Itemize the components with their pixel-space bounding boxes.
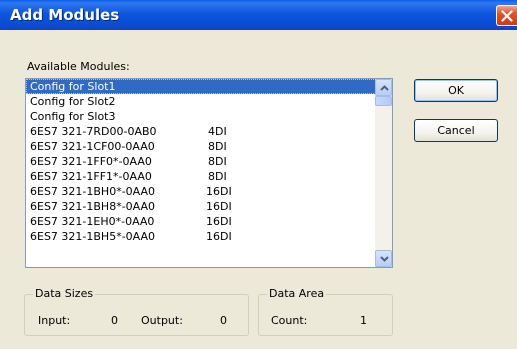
data-sizes-title: Data Sizes — [33, 287, 96, 300]
list-item[interactable]: 6ES7 321-1EH0*-0AA0 16DI — [26, 214, 376, 229]
output-value: 0 — [220, 314, 227, 327]
module-type: 8DI — [208, 155, 227, 168]
list-item[interactable]: Config for Slot2 — [26, 94, 376, 109]
chevron-up-icon — [380, 85, 389, 91]
scroll-up-button[interactable] — [375, 79, 392, 96]
close-button[interactable] — [496, 5, 517, 26]
available-modules-label-text: Available Modules: — [27, 60, 130, 73]
scroll-thumb[interactable] — [375, 96, 392, 106]
input-value: 0 — [111, 314, 118, 327]
list-item[interactable]: 6ES7 321-1BH5*-0AA0 16DI — [26, 229, 376, 244]
module-type: 16DI — [206, 215, 232, 228]
module-name: 6ES7 321-1FF1*-0AA0 — [30, 170, 152, 183]
output-label: Output: — [141, 314, 183, 327]
module-name: Config for Slot1 — [30, 80, 116, 93]
input-label: Input: — [38, 314, 71, 327]
module-name: Config for Slot3 — [30, 110, 116, 123]
module-type: 8DI — [208, 140, 227, 153]
module-type: 8DI — [208, 170, 227, 183]
vertical-scrollbar[interactable] — [375, 79, 392, 267]
data-sizes-group: Data Sizes Input: 0 Output: 0 — [24, 287, 249, 336]
module-name: 6ES7 321-1CF00-0AA0 — [30, 140, 155, 153]
cancel-button[interactable]: Cancel — [414, 119, 498, 142]
list-item[interactable]: 6ES7 321-1FF0*-0AA0 8DI — [26, 154, 376, 169]
list-item[interactable]: 6ES7 321-1FF1*-0AA0 8DI — [26, 169, 376, 184]
module-name: 6ES7 321-7RD00-0AB0 — [30, 125, 157, 138]
module-name: 6ES7 321-1BH5*-0AA0 — [30, 230, 156, 243]
data-area-title: Data Area — [267, 287, 327, 300]
modules-list: Config for Slot1 Config for Slot2 Config f… — [26, 79, 376, 244]
module-name: 6ES7 321-1FF0*-0AA0 — [30, 155, 152, 168]
chevron-down-icon — [380, 256, 389, 262]
scroll-down-button[interactable] — [375, 250, 392, 267]
list-item[interactable]: 6ES7 321-1BH0*-0AA0 16DI — [26, 184, 376, 199]
module-name: 6ES7 321-1BH0*-0AA0 — [30, 185, 156, 198]
module-type: 16DI — [206, 185, 232, 198]
module-name: Config for Slot2 — [30, 95, 116, 108]
module-name: 6ES7 321-1EH0*-0AA0 — [30, 215, 155, 228]
available-modules-label: Available Modules: — [27, 60, 130, 73]
count-value: 1 — [360, 314, 367, 327]
list-item[interactable]: 6ES7 321-1BH8*-0AA0 16DI — [26, 199, 376, 214]
window-title: Add Modules — [10, 6, 120, 24]
module-name: 6ES7 321-1BH8*-0AA0 — [30, 200, 156, 213]
data-area-group: Data Area Count: 1 — [258, 287, 393, 336]
list-item[interactable]: 6ES7 321-1CF00-0AA0 8DI — [26, 139, 376, 154]
ok-button[interactable]: OK — [414, 79, 498, 102]
list-item[interactable]: 6ES7 321-7RD00-0AB0 4DI — [26, 124, 376, 139]
list-item[interactable]: Config for Slot3 — [26, 109, 376, 124]
count-label: Count: — [271, 314, 308, 327]
module-type: 16DI — [206, 230, 232, 243]
modules-listbox[interactable]: Config for Slot1 Config for Slot2 Config f… — [25, 78, 393, 268]
title-bar[interactable]: Add Modules — [0, 0, 517, 30]
module-type: 16DI — [206, 200, 232, 213]
add-modules-dialog: Add Modules Available Modules: Config fo… — [0, 0, 517, 349]
list-item[interactable]: Config for Slot1 — [26, 79, 376, 94]
module-type: 4DI — [208, 125, 227, 138]
close-icon — [501, 10, 513, 22]
